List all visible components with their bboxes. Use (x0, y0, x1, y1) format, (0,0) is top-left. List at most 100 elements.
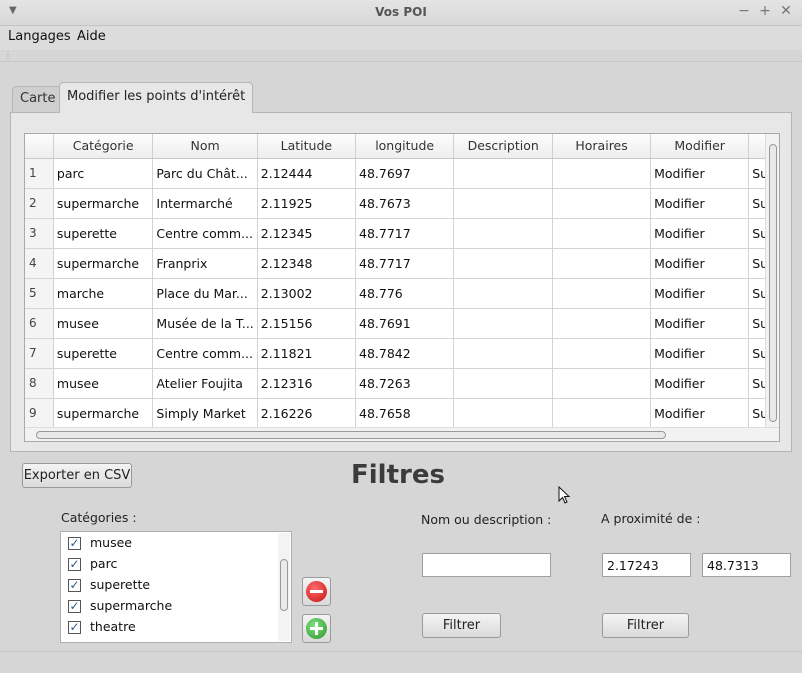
proximity-longitude-input[interactable] (702, 553, 791, 577)
column-header[interactable]: Description (453, 134, 554, 159)
table-row[interactable]: 3 superette Centre comm... 2.12345 48.7717 Mo… (25, 218, 779, 249)
tab-modifier-poi[interactable]: Modifier les points d'intérêt (59, 82, 254, 113)
table-cell[interactable]: Modifier (650, 308, 750, 339)
table-cell[interactable]: supermarche (53, 248, 154, 279)
table-cell[interactable]: 48.7717 (355, 248, 455, 279)
table-cell[interactable]: Modifier (650, 188, 750, 219)
row-number[interactable]: 9 (25, 398, 54, 429)
table-cell[interactable]: 48.7691 (355, 308, 455, 339)
maximize-icon[interactable]: + (757, 3, 773, 19)
table-cell[interactable] (552, 398, 652, 429)
column-header[interactable]: Latitude (257, 134, 357, 159)
table-cell[interactable] (453, 368, 554, 399)
table-row[interactable]: 9 supermarche Simply Market 2.16226 48.7658 M… (25, 398, 779, 429)
table-cell[interactable]: Place du Mar... (152, 278, 258, 309)
table-cell[interactable] (552, 218, 652, 249)
row-number[interactable]: 4 (25, 248, 54, 279)
table-cell[interactable]: supermarche (53, 398, 154, 429)
categories-scrollbar[interactable] (278, 533, 290, 641)
table-row[interactable]: 7 superette Centre comm... 2.11821 48.7842 Mo… (25, 338, 779, 369)
proximity-latitude-input[interactable] (602, 553, 691, 577)
table-cell[interactable]: 48.7842 (355, 338, 455, 369)
table-row[interactable]: 5 marche Place du Mar... 2.13002 48.776 Modif… (25, 278, 779, 309)
table-cell[interactable] (552, 308, 652, 339)
table-cell[interactable]: Centre comm... (152, 218, 258, 249)
table-cell[interactable]: 2.16226 (257, 398, 357, 429)
table-cell[interactable]: Modifier (650, 398, 750, 429)
table-cell[interactable] (552, 188, 652, 219)
table-cell[interactable] (453, 308, 554, 339)
category-checkbox[interactable]: ✓ (68, 621, 81, 634)
table-cell[interactable]: 2.12345 (257, 218, 357, 249)
corner-header[interactable] (25, 134, 54, 159)
category-checkbox[interactable]: ✓ (68, 600, 81, 613)
table-cell[interactable] (552, 158, 652, 189)
table-row[interactable]: 6 musee Musée de la T... 2.15156 48.7691 Modi… (25, 308, 779, 339)
row-number[interactable]: 7 (25, 338, 54, 369)
export-csv-button[interactable]: Exporter en CSV (22, 463, 132, 488)
row-number[interactable]: 8 (25, 368, 54, 399)
table-cell[interactable]: musee (53, 308, 154, 339)
tab-carte[interactable]: Carte (12, 86, 64, 112)
table-cell[interactable]: Modifier (650, 368, 750, 399)
table-cell[interactable]: supermarche (53, 188, 154, 219)
close-icon[interactable]: ✕ (778, 3, 794, 19)
row-number[interactable]: 1 (25, 158, 54, 189)
menu-langages[interactable]: Langages (8, 29, 71, 44)
table-cell[interactable]: superette (53, 338, 154, 369)
name-description-input[interactable] (422, 553, 551, 577)
table-cell[interactable]: Simply Market (152, 398, 258, 429)
table-cell[interactable]: parc (53, 158, 154, 189)
minimize-icon[interactable]: − (736, 3, 752, 19)
category-checkbox[interactable]: ✓ (68, 558, 81, 571)
column-header[interactable]: Horaires (552, 134, 652, 159)
table-cell[interactable]: 48.7673 (355, 188, 455, 219)
table-cell[interactable]: Franprix (152, 248, 258, 279)
filter-name-button[interactable]: Filtrer (422, 613, 501, 638)
table-cell[interactable] (453, 278, 554, 309)
table-vertical-scrollbar[interactable] (765, 134, 779, 428)
add-category-button[interactable] (302, 614, 331, 643)
table-cell[interactable]: musee (53, 368, 154, 399)
table-cell[interactable]: 2.11925 (257, 188, 357, 219)
table-cell[interactable]: 2.12348 (257, 248, 357, 279)
table-cell[interactable]: 2.12444 (257, 158, 357, 189)
table-cell[interactable]: 48.7263 (355, 368, 455, 399)
column-header[interactable]: Modifier (650, 134, 750, 159)
table-cell[interactable]: Musée de la T... (152, 308, 258, 339)
table-cell[interactable] (453, 158, 554, 189)
menu-aide[interactable]: Aide (77, 29, 106, 44)
table-cell[interactable]: superette (53, 218, 154, 249)
table-cell[interactable]: Modifier (650, 248, 750, 279)
table-cell[interactable]: Parc du Chât... (152, 158, 258, 189)
table-row[interactable]: 4 supermarche Franprix 2.12348 48.7717 Modifi… (25, 248, 779, 279)
table-cell[interactable] (453, 218, 554, 249)
table-row[interactable]: 2 supermarche Intermarché 2.11925 48.7673 Mod… (25, 188, 779, 219)
table-cell[interactable]: 48.7658 (355, 398, 455, 429)
column-header[interactable]: Nom (152, 134, 258, 159)
row-number[interactable]: 3 (25, 218, 54, 249)
column-header[interactable]: longitude (355, 134, 455, 159)
table-cell[interactable] (453, 338, 554, 369)
table-cell[interactable]: Atelier Foujita (152, 368, 258, 399)
table-cell[interactable] (552, 338, 652, 369)
table-cell[interactable]: Intermarché (152, 188, 258, 219)
table-cell[interactable]: 2.13002 (257, 278, 357, 309)
table-cell[interactable]: 48.776 (355, 278, 455, 309)
table-cell[interactable]: 2.12316 (257, 368, 357, 399)
table-horizontal-scrollbar[interactable] (25, 427, 779, 441)
remove-category-button[interactable] (302, 577, 331, 606)
table-cell[interactable] (552, 278, 652, 309)
filter-proximity-button[interactable]: Filtrer (602, 613, 689, 638)
row-number[interactable]: 5 (25, 278, 54, 309)
table-cell[interactable]: 48.7697 (355, 158, 455, 189)
table-cell[interactable] (453, 188, 554, 219)
category-checkbox[interactable]: ✓ (68, 579, 81, 592)
table-cell[interactable]: 2.15156 (257, 308, 357, 339)
table-cell[interactable]: 48.7717 (355, 218, 455, 249)
table-row[interactable]: 1 parc Parc du Chât... 2.12444 48.7697 Modifi… (25, 158, 779, 189)
table-row[interactable]: 8 musee Atelier Foujita 2.12316 48.7263 Modif… (25, 368, 779, 399)
table-cell[interactable] (453, 248, 554, 279)
row-number[interactable]: 2 (25, 188, 54, 219)
table-cell[interactable]: 2.11821 (257, 338, 357, 369)
